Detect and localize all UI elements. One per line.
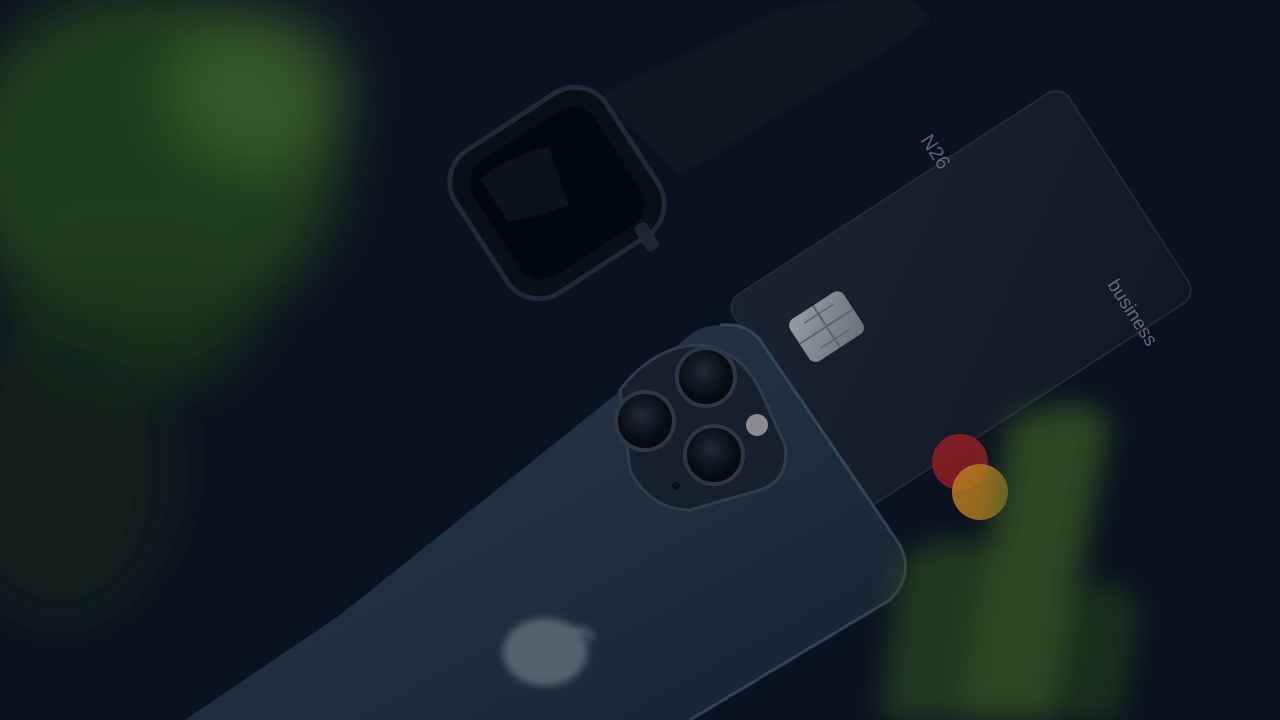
photo-vignette: [0, 0, 1280, 720]
photo-scene: business N26: [0, 0, 1280, 720]
product-photo: business N26: [0, 0, 1280, 720]
